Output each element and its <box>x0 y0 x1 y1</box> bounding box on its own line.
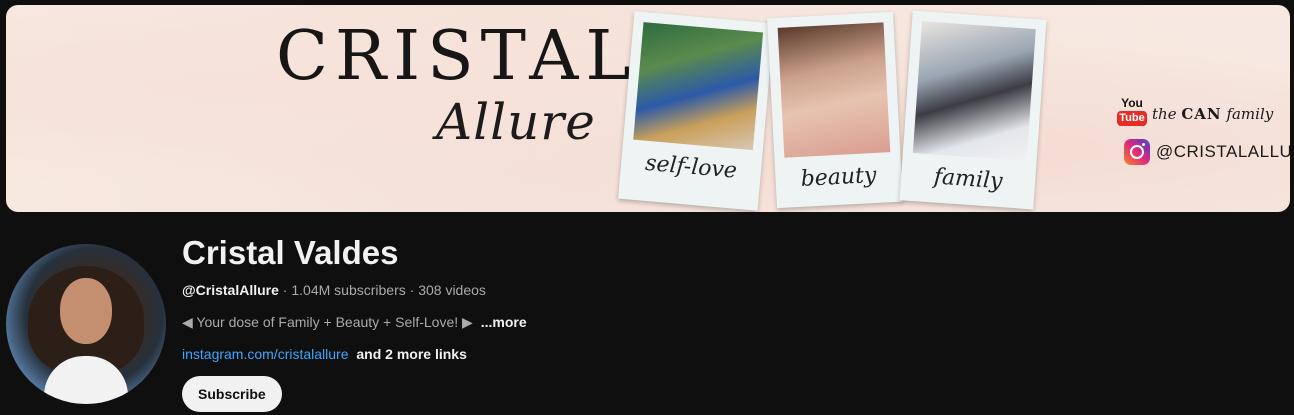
polaroid-caption: family <box>933 164 1004 195</box>
youtube-promo-text: the CAN family <box>1152 105 1274 123</box>
polaroid-self-love: self-love <box>618 11 774 211</box>
meta-separator: · <box>409 282 419 298</box>
more-links-button[interactable]: and 2 more links <box>356 346 466 362</box>
channel-avatar[interactable] <box>6 244 166 404</box>
description-text: ◀ Your dose of Family + Beauty + Self-Lo… <box>182 314 473 330</box>
polaroid-photo <box>777 22 891 158</box>
instagram-link[interactable]: instagram.com/cristalallure <box>182 346 349 362</box>
polaroid-beauty: beauty <box>767 11 903 209</box>
polaroid-family: family <box>899 10 1047 210</box>
polaroid-photo <box>633 22 764 151</box>
channel-banner: CRISTAL Allure self-love beauty family Y… <box>6 5 1290 212</box>
instagram-handle-text: @CRISTALALLURE <box>1156 142 1290 161</box>
youtube-logo-icon: You Tube <box>1117 96 1147 126</box>
video-count: 308 videos <box>418 282 486 298</box>
banner-brand-script: Allure <box>436 93 596 151</box>
channel-meta: @CristalAllure · 1.04M subscribers · 308… <box>182 282 486 298</box>
instagram-icon <box>1124 139 1150 165</box>
subscriber-count: 1.04M subscribers <box>291 282 406 298</box>
channel-name: Cristal Valdes <box>182 234 399 271</box>
subscribe-button[interactable]: Subscribe <box>182 376 282 412</box>
polaroid-caption: beauty <box>800 162 877 192</box>
channel-handle: @CristalAllure <box>182 282 279 298</box>
banner-brand-title: CRISTAL <box>276 17 638 96</box>
polaroid-photo <box>912 21 1036 161</box>
channel-description[interactable]: ◀ Your dose of Family + Beauty + Self-Lo… <box>182 314 527 331</box>
avatar-face <box>60 278 112 344</box>
banner-instagram-promo: @CRISTALALLURE <box>1124 139 1290 165</box>
channel-links: instagram.com/cristalallure and 2 more l… <box>182 346 467 362</box>
banner-youtube-promo: You Tube the CAN family <box>1117 96 1274 131</box>
more-button[interactable]: ...more <box>481 314 527 330</box>
